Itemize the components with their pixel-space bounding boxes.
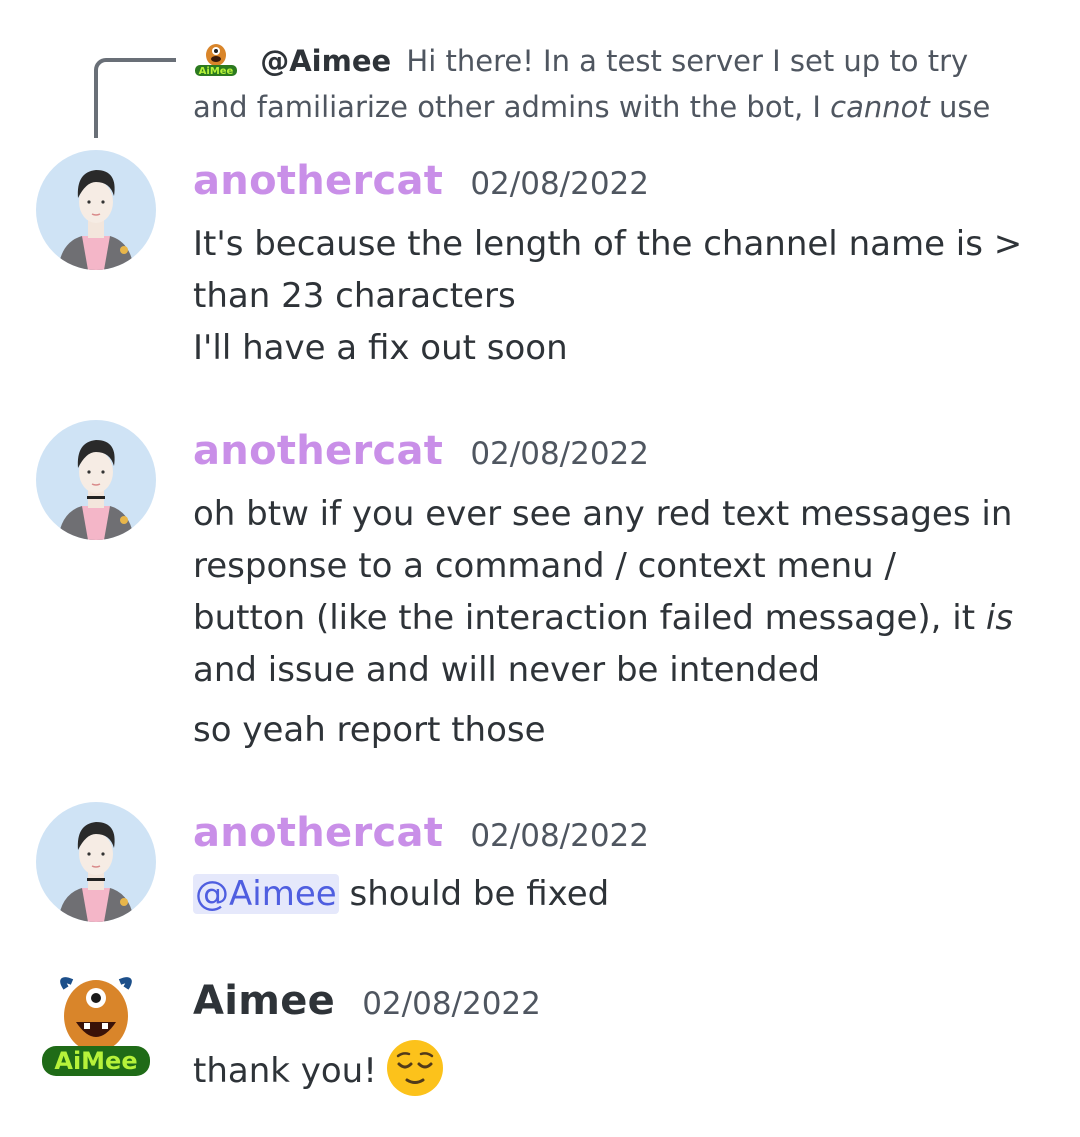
reply-text-line2a: and familiarize other admins with the bo… bbox=[193, 90, 831, 124]
svg-text:AiMee: AiMee bbox=[54, 1047, 137, 1075]
user-avatar-icon bbox=[58, 822, 134, 922]
message-line: response to a command / context menu / bbox=[193, 546, 896, 586]
reply-author[interactable]: @Aimee bbox=[260, 44, 391, 78]
aimee-small-avatar-icon: AiMee bbox=[195, 44, 237, 77]
timestamp[interactable]: 02/08/2022 bbox=[362, 986, 541, 1022]
reply-text-emphasis: cannot bbox=[830, 90, 930, 124]
username[interactable]: anothercat bbox=[193, 810, 443, 856]
relieved-face-emoji-icon bbox=[386, 1040, 443, 1096]
user-mention[interactable]: @Aimee bbox=[193, 874, 339, 914]
avatar[interactable] bbox=[36, 150, 156, 270]
message-line: It's because the length of the channel n… bbox=[193, 224, 1023, 264]
message-content: @Aimee should be fixed bbox=[193, 868, 1043, 920]
message-text: should be fixed bbox=[338, 874, 610, 914]
message-line: I'll have a fix out soon bbox=[193, 328, 568, 368]
username[interactable]: anothercat bbox=[193, 428, 443, 474]
aimee-avatar-icon: AiMee bbox=[42, 977, 150, 1076]
reply-preview[interactable]: AiMee @Aimee Hi there! In a test server … bbox=[193, 38, 1033, 130]
avatar[interactable] bbox=[36, 420, 156, 540]
avatar[interactable] bbox=[36, 802, 156, 922]
message-line: oh btw if you ever see any red text mess… bbox=[193, 494, 1013, 534]
user-avatar-icon bbox=[58, 440, 134, 540]
reply-text-line1: Hi there! In a test server I set up to t… bbox=[406, 44, 969, 78]
message-text: button (like the interaction failed mess… bbox=[193, 598, 986, 638]
message-line: and issue and will never be intended bbox=[193, 650, 821, 690]
message-content: It's because the length of the channel n… bbox=[193, 218, 1043, 374]
message-line: button (like the interaction failed mess… bbox=[193, 592, 1043, 644]
username[interactable]: anothercat bbox=[193, 158, 443, 204]
reply-text-line2b: use bbox=[929, 90, 991, 124]
timestamp[interactable]: 02/08/2022 bbox=[470, 436, 649, 472]
message-emphasis: is bbox=[985, 598, 1014, 638]
message-line: so yeah report those bbox=[193, 710, 546, 750]
message-content: oh btw if you ever see any red text mess… bbox=[193, 488, 1043, 756]
timestamp[interactable]: 02/08/2022 bbox=[470, 166, 649, 202]
svg-text:AiMee: AiMee bbox=[199, 66, 234, 77]
user-avatar-icon bbox=[58, 170, 134, 270]
message-line: than 23 characters bbox=[193, 276, 516, 316]
message-content: thank you! bbox=[193, 1038, 1043, 1098]
reply-spine bbox=[94, 58, 176, 138]
timestamp[interactable]: 02/08/2022 bbox=[470, 818, 649, 854]
username[interactable]: Aimee bbox=[193, 978, 335, 1024]
avatar[interactable]: AiMee bbox=[36, 968, 156, 1088]
message-text: thank you! bbox=[193, 1051, 377, 1091]
